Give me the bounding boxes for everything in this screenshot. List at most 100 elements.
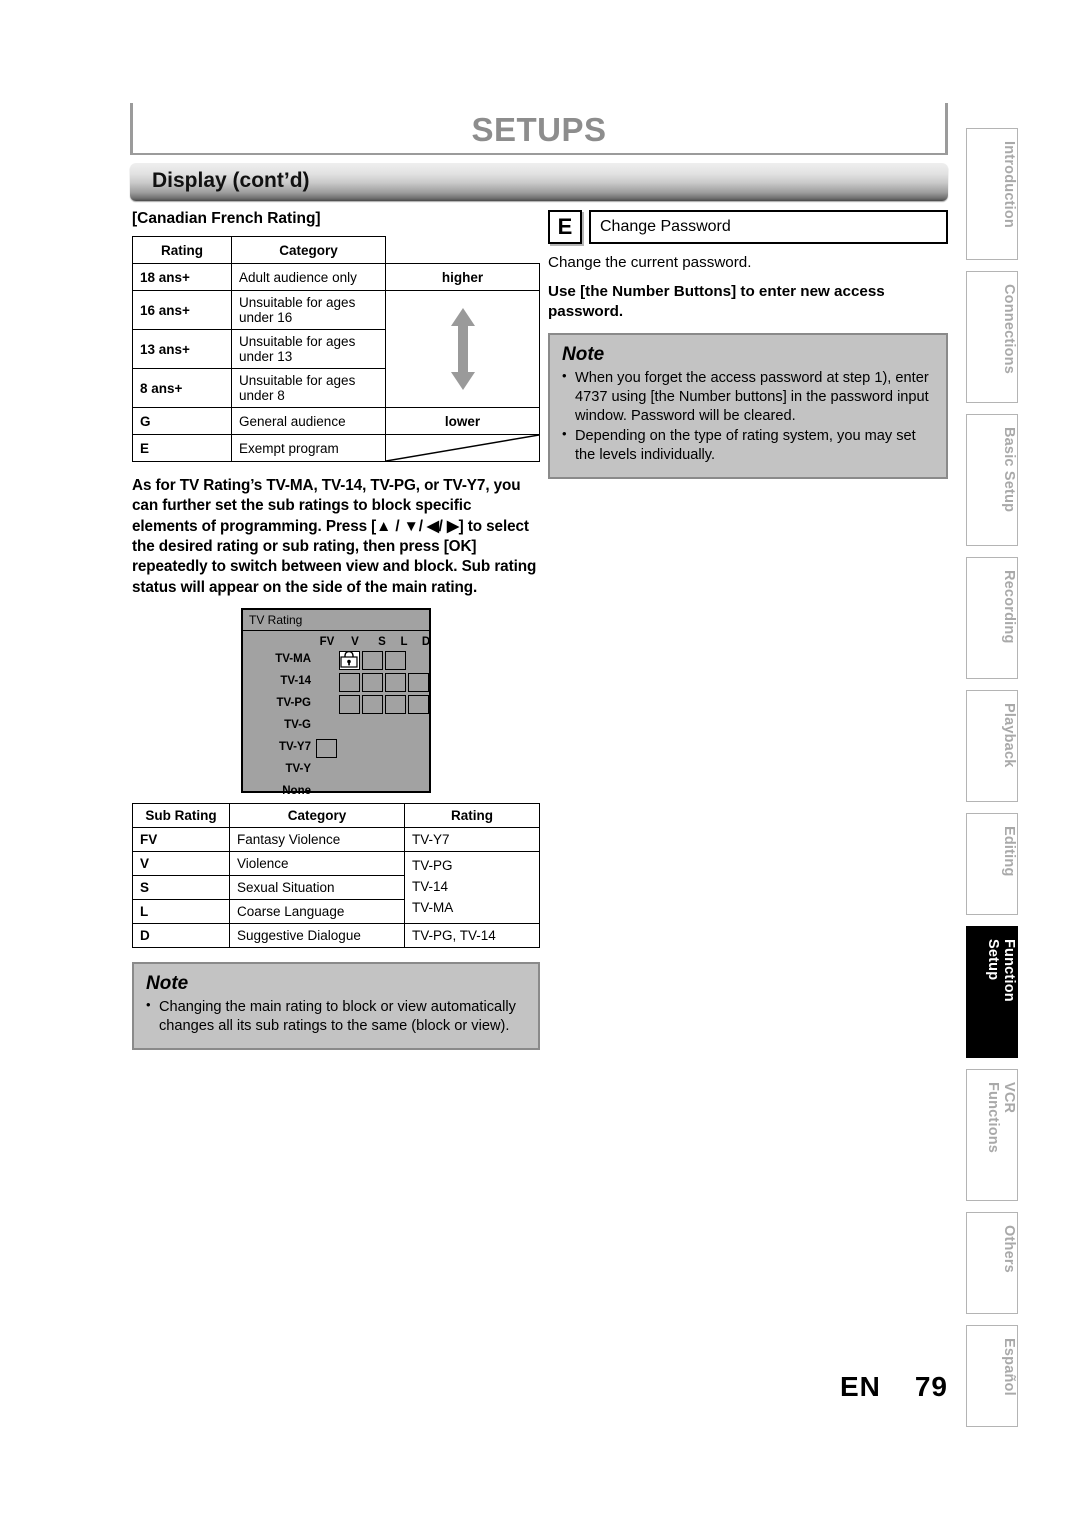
- osd-col-s: S: [378, 636, 386, 649]
- sidebar-item-recording[interactable]: Recording: [966, 557, 1018, 679]
- cell-rating: 8 ans+: [132, 368, 232, 408]
- merged-rating-line: TV-14: [412, 879, 449, 895]
- osd-row-tv-y: TV-Y: [285, 763, 311, 776]
- osd-cell-tvpg-l[interactable]: [385, 695, 406, 715]
- tab-label: Playback: [1001, 703, 1017, 768]
- tab-label: Function Setup: [985, 939, 1017, 1002]
- note-item: Changing the main rating to block or vie…: [146, 997, 526, 1036]
- sidebar-item-playback[interactable]: Playback: [966, 690, 1018, 802]
- cell-category: Coarse Language: [229, 899, 405, 925]
- cell-rating: E: [132, 434, 232, 462]
- step-badge-e: E: [548, 210, 582, 244]
- page-footer: EN 79: [0, 1371, 948, 1403]
- note-list: When you forget the access password at s…: [562, 368, 934, 465]
- sidebar-item-editing[interactable]: Editing: [966, 813, 1018, 915]
- page-title-band: SETUPS: [130, 103, 948, 155]
- tv-rating-osd: TV Rating FV V S L D TV-MA TV-14 TV-PG T…: [241, 608, 431, 797]
- menu-item-change-password[interactable]: Change Password: [589, 210, 948, 244]
- osd-row-tv-14: TV-14: [280, 675, 311, 688]
- cell-category: Suggestive Dialogue: [229, 923, 405, 949]
- section-bar: Display (cont’d): [130, 163, 948, 201]
- table-row: FV Fantasy Violence TV-Y7: [132, 827, 540, 853]
- cell-sub-rating: D: [132, 923, 230, 949]
- tab-label: Others: [1001, 1225, 1017, 1273]
- sidebar-item-basic-setup[interactable]: Basic Setup: [966, 414, 1018, 546]
- osd-row-tv-y7: TV-Y7: [279, 741, 311, 754]
- left-column: [Canadian French Rating] Rating Category…: [132, 210, 540, 1050]
- osd-grid: FV V S L D TV-MA TV-14 TV-PG TV-G TV-Y7 …: [243, 631, 430, 797]
- merged-rating-line: TV-PG: [412, 858, 453, 874]
- osd-cell-tvpg-d[interactable]: [408, 695, 429, 715]
- sidebar-item-espanol[interactable]: Español: [966, 1325, 1018, 1427]
- osd-col-d: D: [421, 636, 431, 649]
- column-header-category: Category: [229, 803, 405, 829]
- cell-rating: G: [132, 407, 232, 435]
- cell-category: General audience: [231, 407, 386, 435]
- table-header-row: Rating Category: [132, 236, 540, 264]
- updown-arrow-icon: [386, 291, 539, 407]
- right-column: E Change Password Change the current pas…: [548, 210, 948, 480]
- osd-cell-tvma-s[interactable]: [362, 651, 383, 671]
- osd-cell-tvpg-s[interactable]: [362, 695, 383, 715]
- manual-page: SETUPS Display (cont’d) [Canadian French…: [0, 0, 1080, 1527]
- tab-label: Basic Setup: [1001, 427, 1017, 513]
- cell-category: Fantasy Violence: [229, 827, 405, 853]
- table-row: V Violence TV-PG TV-14 TV-MA: [132, 851, 540, 925]
- column-header-rating: Rating: [404, 803, 540, 829]
- osd-col-v: V: [351, 636, 359, 649]
- sidebar-item-others[interactable]: Others: [966, 1212, 1018, 1314]
- table-row: 16 ans+ Unsuitable for ages under 16: [132, 290, 540, 408]
- table-row: D Suggestive Dialogue TV-PG, TV-14: [132, 923, 540, 949]
- cell-rating: 18 ans+: [132, 263, 232, 291]
- table-row: E Exempt program: [132, 434, 540, 462]
- osd-row-none: None: [282, 785, 311, 798]
- table-row: G General audience lower: [132, 407, 540, 435]
- osd-title: TV Rating: [243, 610, 429, 632]
- footer-language: EN: [839, 1371, 881, 1402]
- sidebar-item-vcr-functions[interactable]: VCR Functions: [966, 1069, 1018, 1201]
- cell-rating: 13 ans+: [132, 329, 232, 369]
- page-title: SETUPS: [471, 111, 607, 148]
- scale-label-higher: higher: [385, 263, 540, 291]
- sidebar-item-introduction[interactable]: Introduction: [966, 128, 1018, 260]
- osd-cell-tvma-v[interactable]: [339, 651, 360, 671]
- cell-sub-rating: L: [132, 899, 230, 925]
- cell-category: Adult audience only: [231, 263, 386, 291]
- note-list: Changing the main rating to block or vie…: [146, 997, 526, 1036]
- sidebar-item-function-setup[interactable]: Function Setup: [966, 926, 1018, 1058]
- side-tab-strip: Introduction Connections Basic Setup Rec…: [966, 128, 1018, 1438]
- note-item: Depending on the type of rating system, …: [562, 426, 934, 465]
- step-row-change-password: E Change Password: [548, 210, 948, 244]
- osd-cell-tv14-s[interactable]: [362, 673, 383, 693]
- osd-cell-tvma-l[interactable]: [385, 651, 406, 671]
- cell-sub-rating: FV: [132, 827, 230, 853]
- table-row: 18 ans+ Adult audience only higher: [132, 263, 540, 291]
- sidebar-item-connections[interactable]: Connections: [966, 271, 1018, 403]
- cell-category: Unsuitable for ages under 13: [231, 329, 386, 369]
- osd-row-tv-ma: TV-MA: [275, 653, 311, 666]
- osd-col-l: L: [400, 636, 408, 649]
- cell-rating: 16 ans+: [132, 290, 232, 330]
- tab-label: Español: [1001, 1338, 1017, 1396]
- note-title: Note: [146, 973, 189, 995]
- tab-label: Introduction: [1001, 141, 1017, 228]
- osd-cell-tvy7-fv[interactable]: [316, 739, 337, 759]
- canadian-french-rating-table: Rating Category 18 ans+ Adult audience o…: [132, 236, 540, 462]
- osd-cell-tvpg-v[interactable]: [339, 695, 360, 715]
- tab-label: VCR Functions: [985, 1082, 1017, 1154]
- osd-cell-tv14-l[interactable]: [385, 673, 406, 693]
- note-title: Note: [562, 344, 605, 366]
- cell-rating: TV-PG, TV-14: [404, 923, 540, 949]
- column-header-sub-rating: Sub Rating: [132, 803, 230, 829]
- cell-category: Unsuitable for ages under 16: [231, 290, 386, 330]
- cell-category: Exempt program: [231, 434, 386, 462]
- column-header-category: Category: [231, 236, 386, 264]
- osd-cell-tv14-d[interactable]: [408, 673, 429, 693]
- page-number: 79: [914, 1371, 948, 1402]
- tab-label: Recording: [1001, 570, 1017, 644]
- cell-rating: TV-Y7: [404, 827, 540, 853]
- canadian-french-rating-heading: [Canadian French Rating]: [132, 210, 321, 227]
- osd-cell-tv14-v[interactable]: [339, 673, 360, 693]
- empty-diagonal-cell: [385, 434, 540, 462]
- osd-row-tv-pg: TV-PG: [276, 697, 311, 710]
